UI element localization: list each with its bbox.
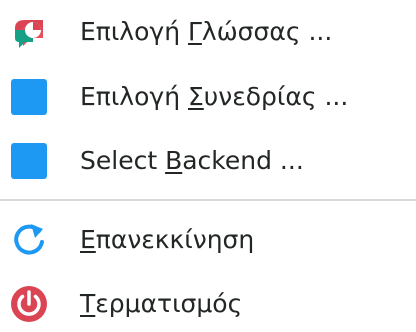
blue-square-icon <box>9 77 49 117</box>
shutdown-icon <box>9 284 49 324</box>
menu-item-label: Επανεκκίνηση <box>80 225 255 254</box>
menu-separator <box>0 199 416 201</box>
menu-item-select-session[interactable]: Επιλογή Συνεδρίας ... <box>0 69 416 125</box>
restart-icon <box>9 220 49 260</box>
menu-item-shutdown[interactable]: Τερματισμός <box>0 276 416 332</box>
menu-item-label: Επιλογή Συνεδρίας ... <box>80 82 349 111</box>
menu-item-label: Select Backend ... <box>80 146 304 175</box>
blue-square-icon <box>9 141 49 181</box>
context-menu: Επιλογή Γλώσσας ... Επιλογή Συνεδρίας ..… <box>0 0 416 332</box>
language-flag-icon <box>9 12 49 52</box>
menu-item-select-backend[interactable]: Select Backend ... <box>0 133 416 189</box>
menu-item-label: Τερματισμός <box>80 289 243 318</box>
menu-item-restart[interactable]: Επανεκκίνηση <box>0 212 416 268</box>
menu-item-select-language[interactable]: Επιλογή Γλώσσας ... <box>0 4 416 60</box>
menu-item-label: Επιλογή Γλώσσας ... <box>80 17 333 46</box>
